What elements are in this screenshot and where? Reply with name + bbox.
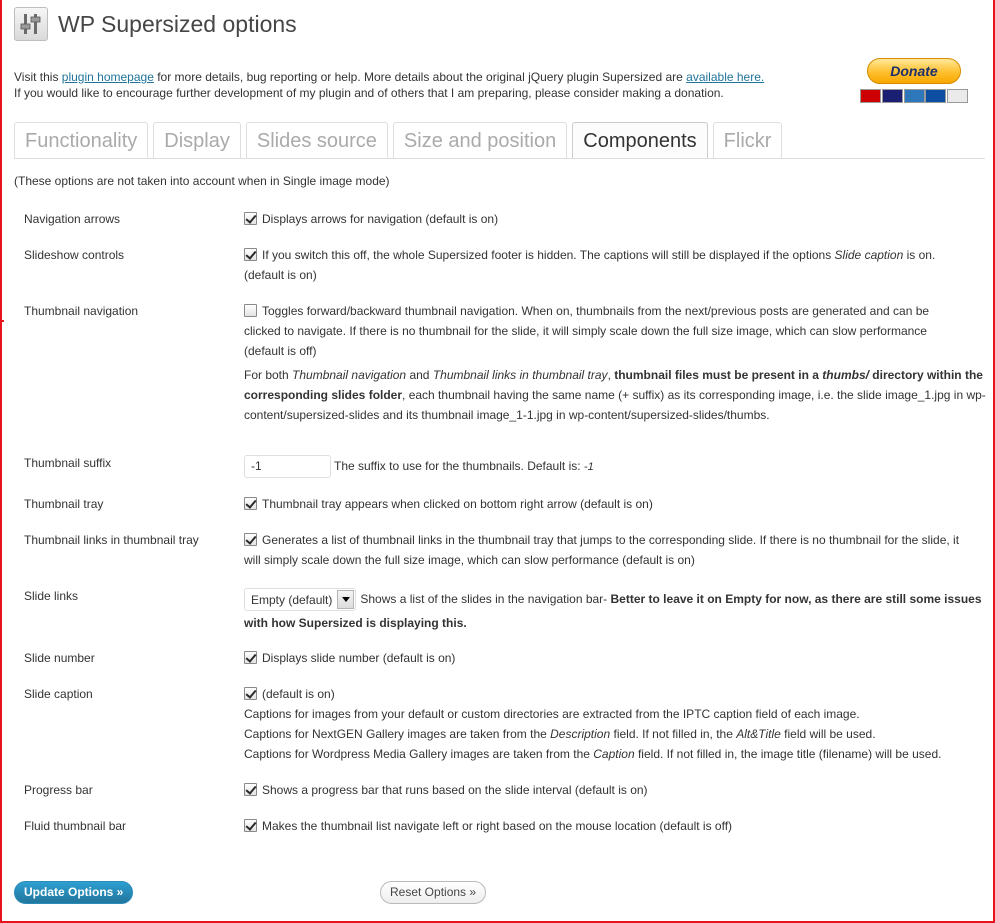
bank-icon (947, 89, 968, 103)
donate-box: Donate (858, 58, 970, 103)
navigation-arrows-row: Displays arrows for navigation (default … (244, 209, 989, 229)
thumbnail-navigation-checkbox[interactable] (244, 304, 257, 317)
amex-icon (903, 89, 925, 103)
reset-options-button[interactable]: Reset Options » (380, 881, 487, 904)
plugin-homepage-link[interactable]: plugin homepage (62, 70, 154, 84)
payment-cards (858, 89, 970, 103)
tab-size-and-position[interactable]: Size and position (392, 122, 568, 158)
supersized-available-link[interactable]: available here. (686, 70, 764, 84)
tab-divider (14, 158, 985, 159)
slide-links-row: Empty (default) Shows a list of the slide… (244, 587, 989, 635)
tab-flickr[interactable]: Flickr (712, 122, 783, 158)
slideshow-controls-row: If you switch this off, the whole Supers… (244, 248, 936, 282)
chevron-down-icon[interactable] (337, 590, 355, 610)
slide-caption-checkbox[interactable] (244, 687, 257, 700)
thumbnail-tray-row: Thumbnail tray appears when clicked on b… (244, 494, 989, 514)
thumbnail-tray-label: Thumbnail tray (24, 497, 104, 511)
thumbnail-links-label: Thumbnail links in thumbnail tray (24, 533, 199, 547)
progress-bar-label: Progress bar (24, 783, 93, 797)
slideshow-controls-label: Slideshow controls (24, 248, 125, 262)
tab-display[interactable]: Display (153, 122, 241, 158)
fluid-thumbnail-bar-checkbox[interactable] (244, 819, 257, 832)
thumbnail-suffix-row: -1 The suffix to use for the thumbnails. … (244, 454, 989, 479)
intro-text: Visit this plugin homepage for more deta… (14, 70, 765, 100)
thumbnail-navigation-row: Toggles forward/backward thumbnail navig… (244, 304, 930, 358)
page-title: WP Supersized options (58, 10, 297, 37)
thumbnail-tray-checkbox[interactable] (244, 497, 257, 510)
navigation-arrows-label: Navigation arrows (24, 212, 121, 226)
slide-number-label: Slide number (24, 651, 95, 665)
tab-functionality[interactable]: Functionality (14, 122, 149, 158)
jcb-icon (925, 89, 947, 103)
slideshow-controls-checkbox[interactable] (244, 248, 257, 261)
thumbnail-links-checkbox[interactable] (244, 533, 257, 546)
progress-bar-checkbox[interactable] (244, 783, 257, 796)
slide-caption-row: (default is on) Captions for images from… (244, 687, 942, 761)
thumbnail-links-row: Generates a list of thumbnail links in t… (244, 533, 960, 567)
slide-number-row: Displays slide number (default is on) (244, 648, 989, 668)
frame-marker (0, 320, 4, 322)
visa-icon (881, 89, 903, 103)
page-header: WP Supersized options (14, 6, 297, 42)
fluid-thumbnail-bar-row: Makes the thumbnail list navigate left o… (244, 816, 989, 836)
single-image-note: (These options are not taken into accoun… (14, 174, 390, 188)
slide-caption-label: Slide caption (24, 687, 93, 701)
thumbnail-suffix-label: Thumbnail suffix (24, 456, 112, 470)
mastercard-icon (860, 89, 881, 103)
donate-button[interactable]: Donate (867, 58, 961, 84)
slide-links-label: Slide links (24, 589, 79, 603)
slide-number-checkbox[interactable] (244, 651, 257, 664)
navigation-arrows-checkbox[interactable] (244, 212, 257, 225)
progress-bar-row: Shows a progress bar that runs based on … (244, 780, 989, 800)
settings-sliders-icon (14, 7, 48, 41)
thumbnail-files-note: For both Thumbnail navigation and Thumbn… (244, 368, 986, 422)
slide-links-select[interactable]: Empty (default) (244, 588, 357, 612)
update-options-button[interactable]: Update Options » (14, 881, 134, 904)
tab-components[interactable]: Components (572, 122, 708, 158)
tab-slides-source[interactable]: Slides source (245, 122, 388, 158)
thumbnail-navigation-label: Thumbnail navigation (24, 304, 139, 318)
tab-bar: Functionality Display Slides source Size… (14, 122, 787, 158)
thumbnail-suffix-input[interactable]: -1 (244, 455, 331, 479)
fluid-thumbnail-bar-label: Fluid thumbnail bar (24, 819, 127, 833)
